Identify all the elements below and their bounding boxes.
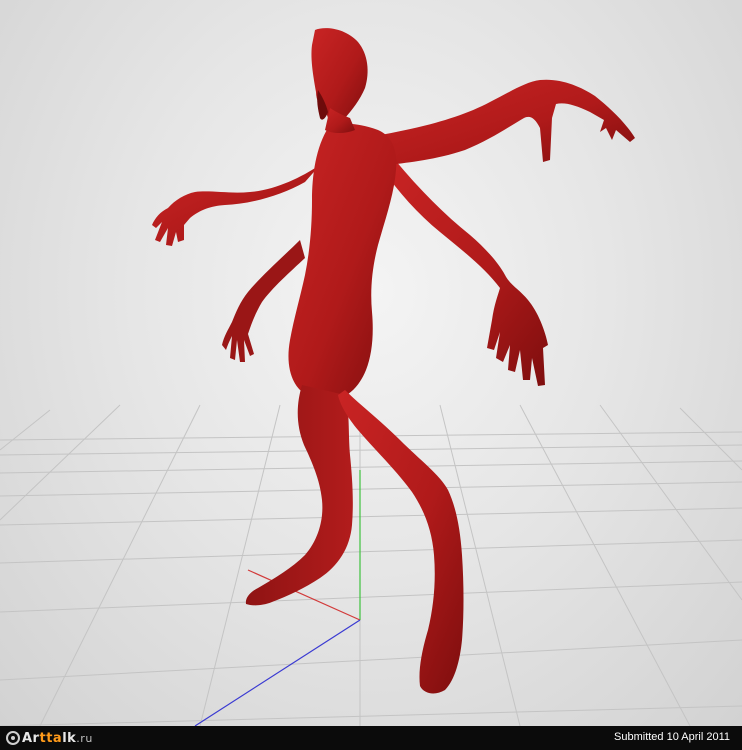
logo-wordmark: Arttalk.ru	[22, 730, 93, 746]
floor-grid	[0, 404, 742, 726]
footer-bar: Arttalk.ru Submitted 10 April 2011	[0, 726, 742, 750]
z-axis	[194, 619, 361, 726]
3d-viewport[interactable]	[0, 0, 742, 726]
logo-ring-icon	[6, 731, 20, 745]
character-model[interactable]	[152, 28, 635, 694]
scene-canvas	[0, 28, 742, 726]
arttalk-logo[interactable]: Arttalk.ru	[6, 729, 93, 747]
submitted-date: Submitted 10 April 2011	[614, 731, 730, 743]
